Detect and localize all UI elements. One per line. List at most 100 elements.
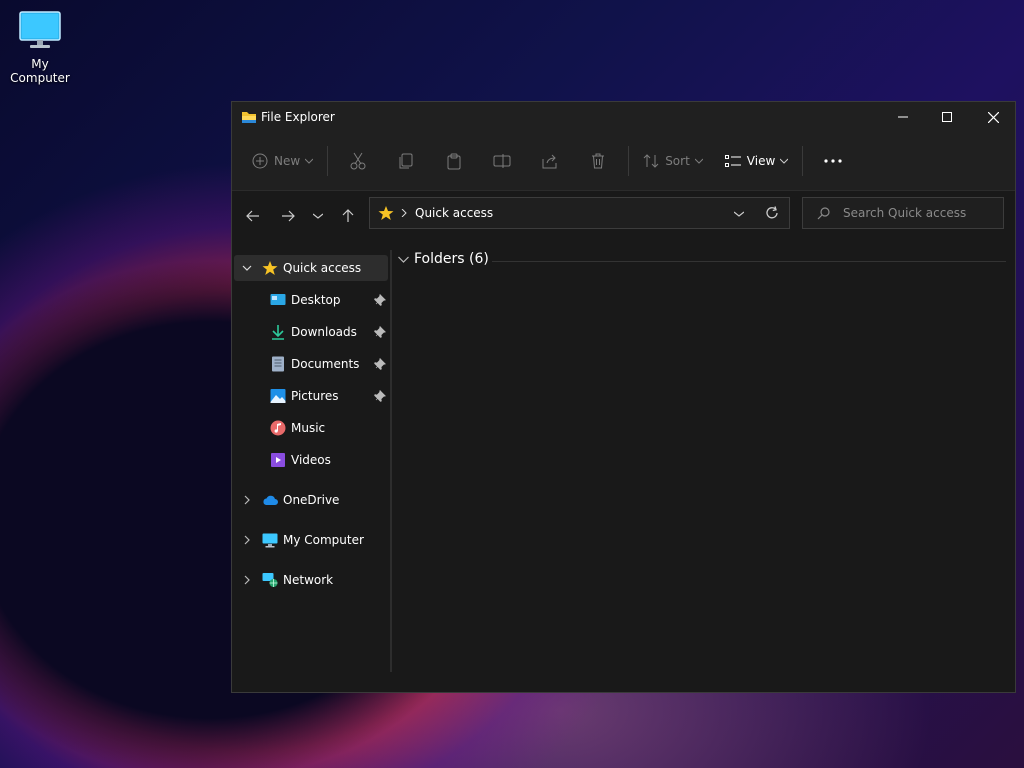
sidebar-item-documents[interactable]: Documents [234, 351, 388, 377]
folder-tile-desktop[interactable] [426, 385, 646, 441]
up-button[interactable] [337, 205, 359, 227]
sort-label: Sort [665, 154, 690, 168]
chevron-right-icon[interactable] [242, 535, 252, 545]
maximize-button[interactable] [924, 102, 970, 132]
delete-icon [592, 153, 605, 169]
sidebar-item-label: Network [283, 573, 334, 587]
more-icon [824, 159, 842, 163]
sidebar-item-videos[interactable]: Videos [234, 447, 388, 473]
chevron-down-icon[interactable] [242, 263, 252, 273]
share-icon [542, 154, 557, 169]
title-bar[interactable]: File Explorer [232, 102, 1015, 132]
sidebar-item-label: Downloads [291, 325, 357, 339]
rename-icon [493, 154, 511, 168]
star-icon [262, 261, 278, 275]
sort-icon [643, 154, 659, 168]
navigation-bar: Quick access Search Quick access [232, 191, 1015, 239]
delete-button[interactable] [574, 144, 622, 178]
pin-icon[interactable] [374, 390, 386, 402]
toolbar-separator [327, 146, 329, 176]
toolbar-separator [628, 146, 630, 176]
refresh-icon[interactable] [765, 206, 779, 220]
view-label: View [746, 154, 776, 168]
plus-circle-icon [252, 153, 268, 169]
music-icon [270, 420, 286, 436]
sidebar-item-quick-access[interactable]: Quick access [234, 255, 388, 281]
back-button[interactable] [242, 205, 264, 227]
pin-icon[interactable] [374, 326, 386, 338]
sidebar-item-music[interactable]: Music [234, 415, 388, 441]
sort-button[interactable]: Sort [635, 144, 711, 178]
view-button[interactable]: View [717, 144, 796, 178]
sidebar-item-label: Documents [291, 357, 360, 371]
recent-locations-button[interactable] [307, 205, 329, 227]
minimize-icon [898, 116, 908, 118]
desktop-icon-my-computer[interactable]: My Computer [2, 10, 78, 85]
sidebar-item-pictures[interactable]: Pictures [234, 383, 388, 409]
copy-button[interactable] [382, 144, 430, 178]
file-explorer-window: File Explorer New Sort View Quick access… [231, 101, 1016, 693]
download-icon [272, 325, 284, 340]
sidebar-item-network[interactable]: Network [234, 567, 388, 593]
maximize-icon [942, 112, 952, 122]
sidebar-item-label: Quick access [283, 261, 362, 275]
paste-button[interactable] [430, 144, 478, 178]
cut-button[interactable] [334, 144, 382, 178]
close-icon [987, 111, 999, 123]
sidebar-item-my-computer[interactable]: My Computer [234, 527, 388, 553]
navigation-pane: Quick access Desktop Downloads Documents… [232, 250, 389, 672]
search-box[interactable]: Search Quick access [802, 197, 1004, 229]
share-button[interactable] [526, 144, 574, 178]
toolbar-separator [802, 146, 804, 176]
command-bar: New Sort View [232, 132, 1015, 191]
sidebar-item-label: Pictures [291, 389, 339, 403]
status-bar [232, 672, 1015, 692]
forward-button[interactable] [277, 205, 299, 227]
rename-button[interactable] [478, 144, 526, 178]
pictures-icon [270, 389, 286, 403]
sidebar-item-label: OneDrive [283, 493, 340, 507]
cloud-icon [263, 495, 278, 505]
chevron-right-icon[interactable] [242, 495, 252, 505]
arrow-left-icon [246, 210, 259, 222]
chevron-right-icon [401, 209, 407, 217]
monitor-icon [262, 533, 278, 548]
video-icon [271, 453, 285, 467]
paste-icon [447, 153, 461, 169]
chevron-down-icon [780, 158, 789, 164]
search-icon [817, 207, 830, 220]
folders-group-header[interactable]: Folders (6) [398, 251, 489, 267]
new-button[interactable]: New [244, 144, 321, 178]
sidebar-item-label: Desktop [291, 293, 341, 307]
window-title: File Explorer [261, 110, 335, 124]
pin-icon[interactable] [374, 294, 386, 306]
monitor-icon [19, 11, 61, 48]
arrow-right-icon [282, 210, 295, 222]
chevron-down-icon [398, 256, 409, 263]
folders-group-title: Folders (6) [414, 251, 489, 267]
chevron-down-icon[interactable] [734, 211, 744, 217]
sidebar-item-downloads[interactable]: Downloads [234, 319, 388, 345]
pin-icon[interactable] [374, 358, 386, 370]
content-pane: Folders (6) [392, 250, 1015, 672]
sidebar-item-label: Videos [291, 453, 331, 467]
chevron-right-icon[interactable] [242, 575, 252, 585]
desktop-icon [270, 294, 286, 305]
copy-icon [399, 153, 413, 169]
document-icon [272, 356, 284, 372]
chevron-down-icon [305, 158, 314, 164]
new-label: New [274, 154, 301, 168]
sidebar-item-desktop[interactable]: Desktop [234, 287, 388, 313]
cut-icon [350, 152, 366, 170]
star-icon [378, 206, 394, 220]
address-bar[interactable]: Quick access [369, 197, 790, 229]
network-icon [262, 573, 278, 587]
more-button[interactable] [809, 144, 857, 178]
group-divider [492, 261, 1006, 262]
sidebar-item-onedrive[interactable]: OneDrive [234, 487, 388, 513]
sidebar-item-label: Music [291, 421, 326, 435]
minimize-button[interactable] [880, 102, 926, 132]
address-location: Quick access [415, 206, 494, 220]
search-placeholder: Search Quick access [843, 206, 967, 220]
close-button[interactable] [970, 102, 1016, 132]
